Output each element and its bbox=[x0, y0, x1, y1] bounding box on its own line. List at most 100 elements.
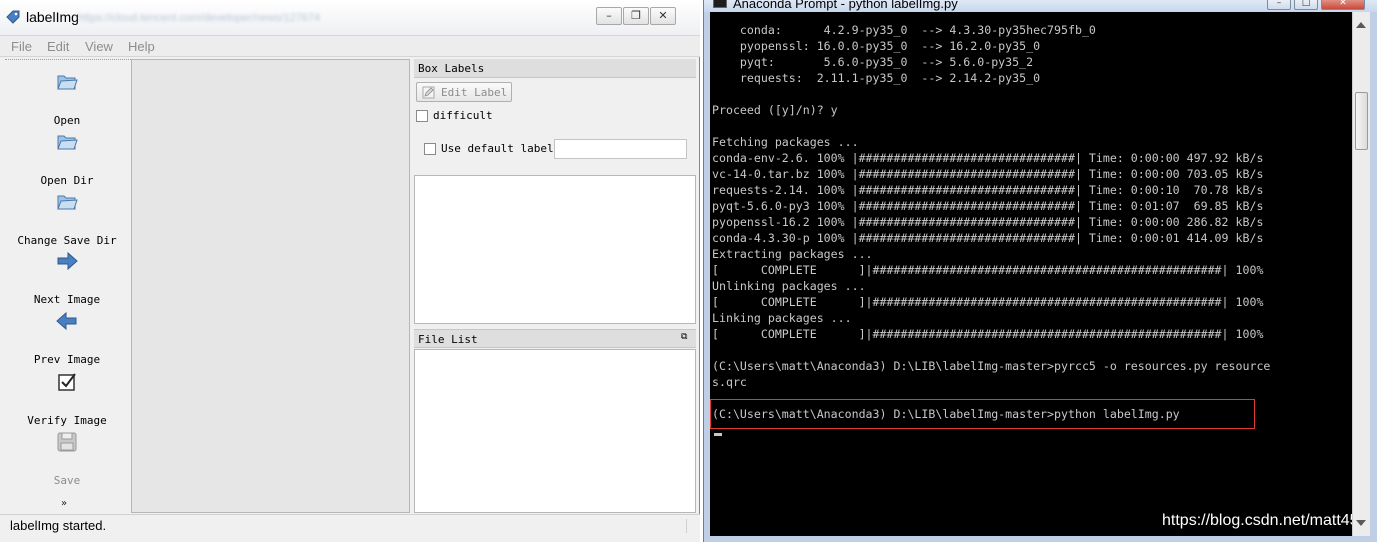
minimize-icon: – bbox=[606, 9, 612, 22]
checkbox-icon bbox=[58, 373, 76, 391]
console-line: vc-14-0.tar.bz 100% |###################… bbox=[712, 167, 1264, 181]
console-line: Unlinking packages ... bbox=[712, 279, 866, 293]
console-line: pyopenssl-16.2 100% |###################… bbox=[712, 215, 1264, 229]
close-icon: ✕ bbox=[1339, 0, 1347, 8]
console-maximize-button[interactable]: □ bbox=[1294, 0, 1318, 10]
console-close-button[interactable]: ✕ bbox=[1321, 0, 1365, 10]
open-folder-icon bbox=[57, 195, 78, 210]
use-default-label-checkbox[interactable] bbox=[424, 143, 436, 155]
console-line: pyqt-5.6.0-py3 100% |###################… bbox=[712, 199, 1264, 213]
console-line: [ COMPLETE ]|###########################… bbox=[712, 295, 1264, 309]
labelimg-titlebar[interactable]: labelImg https://cloud.tencent.com/devel… bbox=[0, 0, 700, 36]
console-line: pyopenssl: 16.0.0-py35_0 --> 16.2.0-py35… bbox=[712, 39, 1041, 53]
close-icon: ✕ bbox=[658, 9, 668, 22]
console-lines: conda: 4.2.9-py35_0 --> 4.3.30-py35hec79… bbox=[712, 22, 1352, 422]
default-label-input[interactable] bbox=[554, 139, 687, 159]
window-frame-edge bbox=[704, 536, 1377, 542]
edit-label-button[interactable]: Edit Label bbox=[416, 82, 512, 102]
open-folder-icon bbox=[57, 75, 78, 90]
edit-label-text: Edit Label bbox=[441, 86, 508, 99]
open-dir-button[interactable]: Open Dir bbox=[5, 130, 129, 187]
label-list[interactable] bbox=[414, 175, 696, 324]
blurred-url-text: https://cloud.tencent.com/developer/news… bbox=[78, 12, 321, 24]
minimize-icon: – bbox=[1276, 0, 1282, 8]
right-dock: Box Labels Edit Label difficult Use defa… bbox=[414, 59, 696, 513]
watermark-text: https://blog.csdn.net/matt45 bbox=[1162, 512, 1352, 529]
console-line: requests: 2.11.1-py35_0 --> 2.14.2-py35_… bbox=[712, 71, 1041, 85]
change-save-dir-label: Change Save Dir bbox=[17, 234, 117, 247]
status-text: labelImg started. bbox=[10, 518, 107, 533]
next-image-label: Next Image bbox=[33, 293, 101, 306]
open-folder-icon bbox=[57, 135, 78, 150]
console-line: conda-env-2.6. 100% |###################… bbox=[712, 151, 1264, 165]
console-line: s.qrc bbox=[712, 375, 747, 389]
verify-image-label: Verify Image bbox=[27, 414, 107, 427]
menu-bar: File Edit View Help bbox=[0, 36, 700, 57]
console-title: Anaconda Prompt - python labelImg.py bbox=[733, 0, 958, 11]
image-canvas[interactable] bbox=[131, 59, 410, 513]
open-dir-label: Open Dir bbox=[40, 174, 94, 187]
file-list[interactable] bbox=[414, 349, 696, 513]
console-output[interactable]: conda: 4.2.9-py35_0 --> 4.3.30-py35hec79… bbox=[710, 12, 1352, 536]
open-label: Open bbox=[53, 114, 81, 127]
highlight-box bbox=[710, 399, 1255, 429]
box-labels-title: Box Labels bbox=[418, 62, 485, 75]
console-line: pyqt: 5.6.0-py35_0 --> 5.6.0-py35_2 bbox=[712, 55, 1034, 69]
toolbar-more-icon[interactable]: » bbox=[61, 498, 67, 509]
menu-view[interactable]: View bbox=[85, 39, 113, 54]
minimize-button[interactable]: – bbox=[596, 7, 622, 25]
status-bar: labelImg started. bbox=[0, 514, 700, 542]
console-scrollbar[interactable] bbox=[1352, 12, 1370, 536]
use-default-label-label: Use default label bbox=[441, 142, 554, 155]
console-line: Fetching packages ... bbox=[712, 135, 859, 149]
file-list-title: File List bbox=[418, 333, 478, 346]
file-list-header: File List ⧉ bbox=[414, 329, 696, 348]
toolbar: Open Open Dir Change Save Dir Next Image bbox=[5, 59, 131, 513]
console-minimize-button[interactable]: – bbox=[1267, 0, 1291, 10]
prev-image-button[interactable]: Prev Image bbox=[5, 309, 129, 366]
console-line: Extracting packages ... bbox=[712, 247, 873, 261]
restore-icon: ❐ bbox=[631, 9, 641, 22]
console-line: [ COMPLETE ]|###########################… bbox=[712, 263, 1264, 277]
change-save-dir-button[interactable]: Change Save Dir bbox=[5, 190, 129, 247]
scroll-thumb[interactable] bbox=[1355, 92, 1368, 150]
float-dock-icon[interactable]: ⧉ bbox=[681, 333, 691, 343]
floppy-icon bbox=[57, 432, 77, 452]
open-button[interactable]: Open bbox=[5, 70, 129, 127]
difficult-label: difficult bbox=[433, 109, 493, 122]
resize-grip-icon[interactable] bbox=[686, 519, 696, 533]
prev-image-label: Prev Image bbox=[33, 353, 101, 366]
labelimg-window: labelImg https://cloud.tencent.com/devel… bbox=[0, 0, 700, 542]
menu-file[interactable]: File bbox=[11, 39, 32, 54]
anaconda-prompt-window: Anaconda Prompt - python labelImg.py – □… bbox=[703, 0, 1377, 542]
difficult-checkbox[interactable] bbox=[416, 110, 428, 122]
scroll-down-icon[interactable] bbox=[1356, 520, 1366, 526]
maximize-button[interactable]: ❐ bbox=[623, 7, 649, 25]
next-image-button[interactable]: Next Image bbox=[5, 249, 129, 306]
save-button[interactable]: Save bbox=[5, 430, 129, 487]
menu-edit[interactable]: Edit bbox=[47, 39, 69, 54]
arrow-right-icon bbox=[57, 251, 78, 271]
console-line: conda: 4.2.9-py35_0 --> 4.3.30-py35hec79… bbox=[712, 23, 1096, 37]
menu-help[interactable]: Help bbox=[128, 39, 155, 54]
app-tag-icon bbox=[6, 10, 20, 24]
text-cursor bbox=[714, 433, 722, 436]
save-label: Save bbox=[53, 474, 81, 487]
console-line: (C:\Users\matt\Anaconda3) D:\LIB\labelIm… bbox=[712, 359, 1271, 373]
console-line: requests-2.14. 100% |###################… bbox=[712, 183, 1264, 197]
console-line: Proceed ([y]/n)? y bbox=[712, 103, 838, 117]
box-labels-header: Box Labels bbox=[414, 59, 696, 78]
maximize-icon: □ bbox=[1301, 0, 1311, 8]
verify-image-button[interactable]: Verify Image bbox=[5, 370, 129, 427]
close-button[interactable]: ✕ bbox=[650, 7, 676, 25]
console-icon bbox=[713, 0, 727, 8]
console-titlebar[interactable]: Anaconda Prompt - python labelImg.py – □… bbox=[704, 0, 1377, 12]
console-line: conda-4.3.30-p 100% |###################… bbox=[712, 231, 1264, 245]
console-line: [ COMPLETE ]|###########################… bbox=[712, 327, 1264, 341]
scroll-up-icon[interactable] bbox=[1356, 22, 1366, 28]
arrow-left-icon bbox=[56, 311, 77, 331]
console-line: Linking packages ... bbox=[712, 311, 852, 325]
